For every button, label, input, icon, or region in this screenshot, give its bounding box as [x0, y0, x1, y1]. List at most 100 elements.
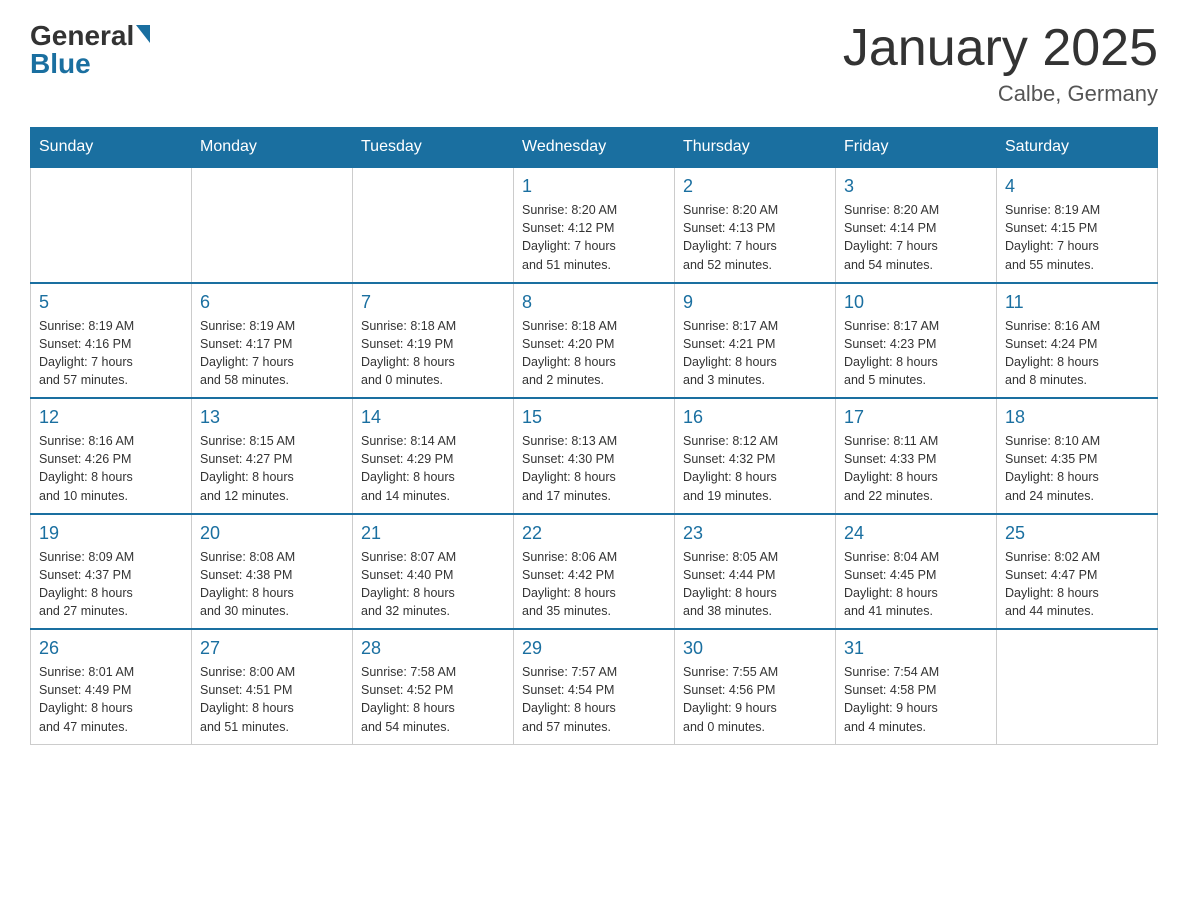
- day-info: Sunrise: 8:11 AMSunset: 4:33 PMDaylight:…: [844, 432, 988, 505]
- calendar-cell: 4Sunrise: 8:19 AMSunset: 4:15 PMDaylight…: [997, 167, 1158, 283]
- day-number: 11: [1005, 292, 1149, 313]
- day-info: Sunrise: 8:19 AMSunset: 4:16 PMDaylight:…: [39, 317, 183, 390]
- day-number: 22: [522, 523, 666, 544]
- column-header-thursday: Thursday: [675, 128, 836, 168]
- day-number: 9: [683, 292, 827, 313]
- calendar-cell: 1 Sunrise: 8:20 AMSunset: 4:12 PMDaylight…: [514, 167, 675, 283]
- calendar-cell: 7 Sunrise: 8:18 AMSunset: 4:19 PMDaylight…: [353, 283, 514, 399]
- day-info: Sunrise: 8:20 AMSunset: 4:14 PMDaylight:…: [844, 201, 988, 274]
- calendar-cell: 24 Sunrise: 8:04 AMSunset: 4:45 PMDayligh…: [836, 514, 997, 630]
- column-header-saturday: Saturday: [997, 128, 1158, 168]
- calendar-cell: [997, 629, 1158, 744]
- day-info: Sunrise: 8:04 AMSunset: 4:45 PMDaylight:…: [844, 548, 988, 621]
- column-header-monday: Monday: [192, 128, 353, 168]
- calendar-cell: 6Sunrise: 8:19 AMSunset: 4:17 PMDaylight…: [192, 283, 353, 399]
- day-number: 17: [844, 407, 988, 428]
- calendar-cell: 13Sunrise: 8:15 AMSunset: 4:27 PMDayligh…: [192, 398, 353, 514]
- calendar-cell: 22 Sunrise: 8:06 AMSunset: 4:42 PMDayligh…: [514, 514, 675, 630]
- calendar-cell: 2Sunrise: 8:20 AMSunset: 4:13 PMDaylight…: [675, 167, 836, 283]
- day-info: Sunrise: 8:07 AMSunset: 4:40 PMDaylight:…: [361, 548, 505, 621]
- day-info: Sunrise: 8:01 AMSunset: 4:49 PMDaylight:…: [39, 663, 183, 736]
- day-number: 8: [522, 292, 666, 313]
- calendar-cell: 11 Sunrise: 8:16 AMSunset: 4:24 PMDayligh…: [997, 283, 1158, 399]
- calendar-cell: 3 Sunrise: 8:20 AMSunset: 4:14 PMDaylight…: [836, 167, 997, 283]
- day-number: 15: [522, 407, 666, 428]
- day-number: 14: [361, 407, 505, 428]
- calendar-cell: 26 Sunrise: 8:01 AMSunset: 4:49 PMDayligh…: [31, 629, 192, 744]
- day-info: Sunrise: 8:12 AMSunset: 4:32 PMDaylight:…: [683, 432, 827, 505]
- day-info: Sunrise: 8:10 AMSunset: 4:35 PMDaylight:…: [1005, 432, 1149, 505]
- day-number: 12: [39, 407, 183, 428]
- calendar-cell: 18 Sunrise: 8:10 AMSunset: 4:35 PMDayligh…: [997, 398, 1158, 514]
- column-header-wednesday: Wednesday: [514, 128, 675, 168]
- column-header-friday: Friday: [836, 128, 997, 168]
- day-info: Sunrise: 8:06 AMSunset: 4:42 PMDaylight:…: [522, 548, 666, 621]
- day-info: Sunrise: 8:16 AMSunset: 4:24 PMDaylight:…: [1005, 317, 1149, 390]
- calendar-cell: 21 Sunrise: 8:07 AMSunset: 4:40 PMDayligh…: [353, 514, 514, 630]
- day-number: 18: [1005, 407, 1149, 428]
- logo: General Blue: [30, 20, 150, 80]
- day-number: 21: [361, 523, 505, 544]
- calendar-cell: 16 Sunrise: 8:12 AMSunset: 4:32 PMDayligh…: [675, 398, 836, 514]
- calendar-cell: 5Sunrise: 8:19 AMSunset: 4:16 PMDaylight…: [31, 283, 192, 399]
- logo-arrow-icon: [136, 25, 150, 43]
- day-info: Sunrise: 7:58 AMSunset: 4:52 PMDaylight:…: [361, 663, 505, 736]
- day-info: Sunrise: 8:19 AMSunset: 4:17 PMDaylight:…: [200, 317, 344, 390]
- calendar-cell: [353, 167, 514, 283]
- subtitle: Calbe, Germany: [843, 81, 1158, 107]
- calendar-cell: 29 Sunrise: 7:57 AMSunset: 4:54 PMDayligh…: [514, 629, 675, 744]
- day-number: 24: [844, 523, 988, 544]
- day-info: Sunrise: 8:09 AMSunset: 4:37 PMDaylight:…: [39, 548, 183, 621]
- calendar-cell: 14 Sunrise: 8:14 AMSunset: 4:29 PMDayligh…: [353, 398, 514, 514]
- day-info: Sunrise: 8:02 AMSunset: 4:47 PMDaylight:…: [1005, 548, 1149, 621]
- day-info: Sunrise: 8:18 AMSunset: 4:20 PMDaylight:…: [522, 317, 666, 390]
- day-info: Sunrise: 7:57 AMSunset: 4:54 PMDaylight:…: [522, 663, 666, 736]
- day-number: 16: [683, 407, 827, 428]
- calendar-cell: [31, 167, 192, 283]
- calendar-cell: 31Sunrise: 7:54 AMSunset: 4:58 PMDayligh…: [836, 629, 997, 744]
- day-number: 19: [39, 523, 183, 544]
- page-title: January 2025: [843, 20, 1158, 77]
- calendar-cell: 28Sunrise: 7:58 AMSunset: 4:52 PMDayligh…: [353, 629, 514, 744]
- day-info: Sunrise: 8:20 AMSunset: 4:12 PMDaylight:…: [522, 201, 666, 274]
- day-number: 1: [522, 176, 666, 197]
- day-number: 3: [844, 176, 988, 197]
- day-number: 23: [683, 523, 827, 544]
- day-info: Sunrise: 8:17 AMSunset: 4:21 PMDaylight:…: [683, 317, 827, 390]
- day-number: 26: [39, 638, 183, 659]
- day-number: 31: [844, 638, 988, 659]
- calendar-cell: 27 Sunrise: 8:00 AMSunset: 4:51 PMDayligh…: [192, 629, 353, 744]
- calendar-cell: 25 Sunrise: 8:02 AMSunset: 4:47 PMDayligh…: [997, 514, 1158, 630]
- day-info: Sunrise: 8:05 AMSunset: 4:44 PMDaylight:…: [683, 548, 827, 621]
- day-number: 10: [844, 292, 988, 313]
- day-number: 29: [522, 638, 666, 659]
- calendar-cell: 23 Sunrise: 8:05 AMSunset: 4:44 PMDayligh…: [675, 514, 836, 630]
- calendar-cell: 19 Sunrise: 8:09 AMSunset: 4:37 PMDayligh…: [31, 514, 192, 630]
- day-number: 20: [200, 523, 344, 544]
- calendar-cell: 20 Sunrise: 8:08 AMSunset: 4:38 PMDayligh…: [192, 514, 353, 630]
- calendar-header-row: SundayMondayTuesdayWednesdayThursdayFrid…: [31, 128, 1158, 168]
- calendar-cell: 8 Sunrise: 8:18 AMSunset: 4:20 PMDaylight…: [514, 283, 675, 399]
- day-info: Sunrise: 8:14 AMSunset: 4:29 PMDaylight:…: [361, 432, 505, 505]
- day-info: Sunrise: 8:17 AMSunset: 4:23 PMDaylight:…: [844, 317, 988, 390]
- calendar-cell: 15 Sunrise: 8:13 AMSunset: 4:30 PMDayligh…: [514, 398, 675, 514]
- day-number: 7: [361, 292, 505, 313]
- day-info: Sunrise: 8:13 AMSunset: 4:30 PMDaylight:…: [522, 432, 666, 505]
- calendar-cell: 30Sunrise: 7:55 AMSunset: 4:56 PMDayligh…: [675, 629, 836, 744]
- day-info: Sunrise: 8:15 AMSunset: 4:27 PMDaylight:…: [200, 432, 344, 505]
- day-number: 25: [1005, 523, 1149, 544]
- day-number: 27: [200, 638, 344, 659]
- day-info: Sunrise: 8:18 AMSunset: 4:19 PMDaylight:…: [361, 317, 505, 390]
- calendar-cell: 12Sunrise: 8:16 AMSunset: 4:26 PMDayligh…: [31, 398, 192, 514]
- calendar-cell: 10 Sunrise: 8:17 AMSunset: 4:23 PMDayligh…: [836, 283, 997, 399]
- day-info: Sunrise: 8:00 AMSunset: 4:51 PMDaylight:…: [200, 663, 344, 736]
- day-info: Sunrise: 8:08 AMSunset: 4:38 PMDaylight:…: [200, 548, 344, 621]
- calendar-week-3: 12Sunrise: 8:16 AMSunset: 4:26 PMDayligh…: [31, 398, 1158, 514]
- day-info: Sunrise: 8:20 AMSunset: 4:13 PMDaylight:…: [683, 201, 827, 274]
- calendar-table: SundayMondayTuesdayWednesdayThursdayFrid…: [30, 127, 1158, 745]
- day-number: 4: [1005, 176, 1149, 197]
- day-number: 30: [683, 638, 827, 659]
- calendar-week-2: 5Sunrise: 8:19 AMSunset: 4:16 PMDaylight…: [31, 283, 1158, 399]
- page-header: General Blue January 2025 Calbe, Germany: [30, 20, 1158, 107]
- calendar-cell: 9 Sunrise: 8:17 AMSunset: 4:21 PMDaylight…: [675, 283, 836, 399]
